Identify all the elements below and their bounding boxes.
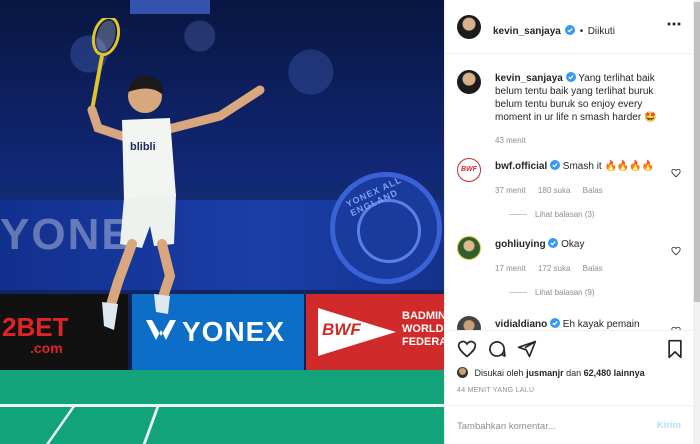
verified-icon <box>565 72 576 82</box>
send-comment-button[interactable]: Kirim <box>657 420 681 431</box>
ad-2bet-sub: .com <box>30 340 63 356</box>
view-replies-button[interactable]: Lihat balasan (9) <box>509 288 595 297</box>
liked-by-prefix: Disukai oleh <box>474 368 524 378</box>
liked-by-mid: dan <box>566 368 582 378</box>
post-header: kevin_sanjaya • Diikuti <box>445 0 693 54</box>
court-line <box>45 404 78 444</box>
comment-text: Okay <box>561 239 585 250</box>
reply-button[interactable]: Balas <box>583 186 603 195</box>
verified-icon <box>550 318 561 328</box>
scrollbar[interactable] <box>693 0 700 444</box>
comment-form: Kirim <box>445 405 693 444</box>
post-photo[interactable]: YONE YONEX ALL ENGLAND 2BET .com YONEX B… <box>0 0 444 444</box>
caption-username[interactable]: kevin_sanjaya <box>495 73 563 84</box>
liker-avatar[interactable] <box>457 367 468 378</box>
comment-likes[interactable]: 172 suka <box>538 264 570 273</box>
ad-2bet-text: 2BET <box>2 312 69 342</box>
author-avatar[interactable] <box>457 15 481 39</box>
verified-icon <box>550 160 561 170</box>
caption-avatar[interactable] <box>457 70 481 94</box>
comment-row: vidialdiano Eh kayak pemain <box>457 316 685 330</box>
comment-likes[interactable]: 180 suka <box>538 186 570 195</box>
reply-button[interactable]: Balas <box>583 264 603 273</box>
liked-by-summary: Disukai oleh jusmanjr dan 62,480 lainnya <box>457 367 645 378</box>
author-username[interactable]: kevin_sanjaya <box>493 26 561 37</box>
header-info: kevin_sanjaya • Diikuti <box>493 21 615 39</box>
comment-meta: 17 menit 172 suka Balas <box>495 264 613 273</box>
caption-meta: 43 menit <box>495 136 536 145</box>
bookmark-icon[interactable] <box>665 339 685 359</box>
comment-row: BWF bwf.official Smash it 🔥🔥🔥🔥 37 menit … <box>457 158 685 228</box>
more-icon[interactable] <box>667 22 681 26</box>
comment-row: gohliuying Okay 17 menit 172 suka Balas … <box>457 236 685 306</box>
comment-input[interactable] <box>457 416 637 436</box>
caption-time: 43 menit <box>495 136 526 145</box>
court-line <box>142 404 161 444</box>
liked-by-user[interactable]: jusmanjr <box>526 368 564 378</box>
follow-button[interactable]: Diikuti <box>588 26 615 37</box>
comment-meta: 37 menit 180 suka Balas <box>495 186 613 195</box>
badminton-player: blibli <box>87 18 265 330</box>
comment-icon[interactable] <box>487 339 507 359</box>
court-floor <box>0 370 444 444</box>
post-timestamp[interactable]: 44 MENIT YANG LALU <box>457 387 534 394</box>
comments-list[interactable]: kevin_sanjaya Yang terlihat baik belum t… <box>445 54 693 330</box>
comment-time: 37 menit <box>495 186 526 195</box>
bwf-side-text: BADMIN WORLD FEDERA <box>402 310 444 348</box>
share-icon[interactable] <box>517 339 537 359</box>
post-actions: Disukai oleh jusmanjr dan 62,480 lainnya… <box>445 330 693 444</box>
arena-lights <box>130 0 210 14</box>
comment-avatar[interactable] <box>457 316 481 330</box>
ad-board-bwf: BWF BADMIN WORLD FEDERA <box>306 294 444 370</box>
comment-avatar[interactable]: BWF <box>457 158 481 182</box>
comment-body: bwf.official Smash it 🔥🔥🔥🔥 <box>495 160 663 173</box>
court-line <box>0 404 444 407</box>
scrollbar-thumb[interactable] <box>694 2 700 302</box>
caption-body: kevin_sanjaya Yang terlihat baik belum t… <box>495 72 663 124</box>
liked-by-count[interactable]: 62,480 lainnya <box>584 368 645 378</box>
comment-like-heart-icon[interactable] <box>671 246 681 256</box>
view-replies-button[interactable]: Lihat balasan (3) <box>509 210 595 219</box>
header-separator: • <box>579 26 584 37</box>
comment-avatar[interactable] <box>457 236 481 260</box>
comment-like-heart-icon[interactable] <box>671 168 681 178</box>
verified-icon <box>548 238 559 248</box>
comment-username[interactable]: vidialdiano <box>495 319 547 330</box>
shirt-text: blibli <box>130 141 156 153</box>
comment-time: 17 menit <box>495 264 526 273</box>
post-side-panel: kevin_sanjaya • Diikuti kevin_sanjaya Ya… <box>444 0 700 444</box>
comment-username[interactable]: bwf.official <box>495 161 547 172</box>
comment-body: gohliuying Okay <box>495 238 663 251</box>
verified-icon <box>565 25 576 35</box>
comment-text: Smash it 🔥🔥🔥🔥 <box>562 161 655 172</box>
bwf-logo-text: BWF <box>322 320 361 339</box>
heart-icon[interactable] <box>457 339 477 359</box>
comment-body: vidialdiano Eh kayak pemain <box>495 318 663 330</box>
comment-text: Eh kayak pemain <box>562 319 640 330</box>
caption-row: kevin_sanjaya Yang terlihat baik belum t… <box>457 70 685 150</box>
comment-username[interactable]: gohliuying <box>495 239 546 250</box>
